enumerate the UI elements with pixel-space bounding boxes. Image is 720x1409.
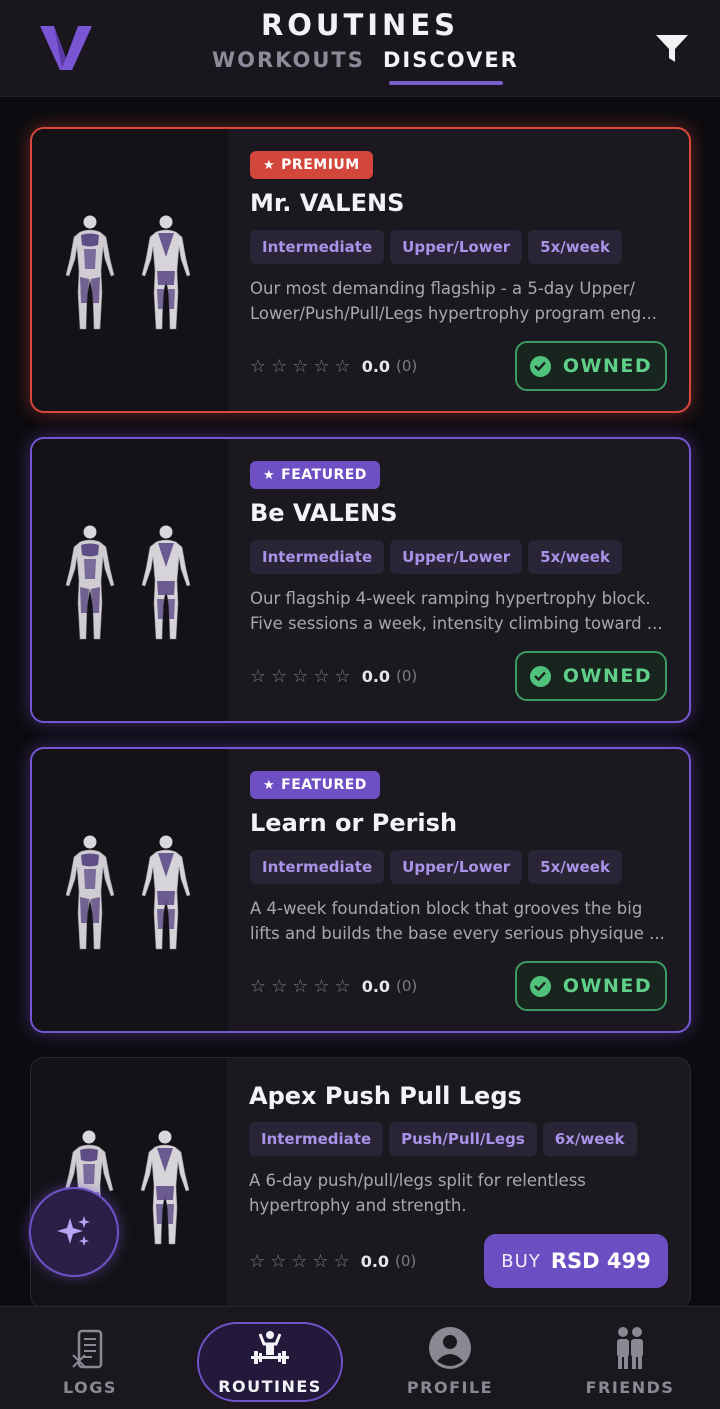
tab-bar: WORKOUTS DISCOVER	[0, 48, 720, 88]
star-icon: ★	[263, 468, 276, 483]
rating: ☆☆☆☆☆ 0.0 (0)	[250, 355, 418, 377]
app-header: ROUTINES WORKOUTS DISCOVER	[0, 0, 720, 97]
tag-frequency: 5x/week	[528, 230, 622, 264]
routine-title: Mr. VALENS	[250, 189, 405, 217]
friends-icon	[617, 1327, 643, 1369]
bottom-navigation: LOGS ROUTINES PROFILE FRIENDS	[0, 1306, 720, 1409]
price-label: RSD 499	[550, 1249, 651, 1273]
rating-stars-icon: ☆☆☆☆☆	[250, 355, 356, 377]
filter-icon[interactable]	[654, 32, 690, 66]
rating-stars-icon: ☆☆☆☆☆	[250, 665, 356, 687]
routine-description: Our most demanding flagship - a 5-day Up…	[250, 279, 657, 323]
nav-friends[interactable]: FRIENDS	[555, 1307, 705, 1409]
routine-title: Apex Push Pull Legs	[249, 1082, 522, 1110]
check-circle-icon	[529, 975, 551, 997]
tag-list: Intermediate Upper/Lower 5x/week	[250, 540, 628, 574]
owned-button[interactable]: OWNED	[515, 651, 667, 701]
tag-split: Upper/Lower	[390, 230, 523, 264]
muscle-map-image	[32, 439, 228, 721]
tag-split: Upper/Lower	[390, 540, 523, 574]
tag-level: Intermediate	[250, 850, 385, 884]
routine-description: A 4-week foundation block that grooves t…	[250, 899, 665, 943]
featured-badge: ★ FEATURED	[250, 461, 380, 489]
owned-button[interactable]: OWNED	[515, 341, 667, 391]
tag-split: Upper/Lower	[390, 850, 523, 884]
routine-card-mr-valens[interactable]: ★ PREMIUM Mr. VALENS Intermediate Upper/Lo…	[30, 127, 691, 413]
check-circle-icon	[529, 665, 551, 687]
tag-list: Intermediate Upper/Lower 5x/week	[250, 230, 628, 264]
star-icon: ★	[263, 158, 276, 173]
tag-frequency: 6x/week	[542, 1122, 637, 1156]
tag-level: Intermediate	[250, 230, 385, 264]
active-tab-indicator	[389, 81, 503, 85]
tag-list: Intermediate Push/Pull/Legs 6x/week	[249, 1122, 643, 1156]
rating: ☆☆☆☆☆ 0.0 (0)	[250, 975, 418, 997]
tag-list: Intermediate Upper/Lower 5x/week	[250, 850, 628, 884]
routines-icon	[251, 1331, 289, 1364]
check-circle-icon	[529, 355, 551, 377]
rating: ☆☆☆☆☆ 0.0 (0)	[249, 1250, 417, 1272]
tab-discover[interactable]: DISCOVER	[383, 48, 519, 72]
page-title: ROUTINES	[260, 8, 460, 42]
rating-stars-icon: ☆☆☆☆☆	[250, 975, 356, 997]
tag-level: Intermediate	[249, 1122, 384, 1156]
buy-label: BUY	[501, 1250, 541, 1272]
star-icon: ★	[263, 778, 276, 793]
routine-card-learn-or-perish[interactable]: ★ FEATURED Learn or Perish Intermediate Up…	[30, 747, 691, 1033]
premium-badge: ★ PREMIUM	[250, 151, 373, 179]
tag-frequency: 5x/week	[528, 850, 622, 884]
featured-badge: ★ FEATURED	[250, 771, 380, 799]
rating-stars-icon: ☆☆☆☆☆	[249, 1250, 355, 1272]
nav-logs[interactable]: LOGS	[15, 1307, 165, 1409]
profile-icon	[429, 1327, 471, 1369]
ai-assistant-button[interactable]	[29, 1187, 119, 1277]
tab-workouts[interactable]: WORKOUTS	[212, 48, 365, 72]
muscle-map-image	[32, 129, 228, 411]
tag-frequency: 5x/week	[528, 540, 622, 574]
routine-description: A 6-day push/pull/legs split for relentl…	[249, 1171, 586, 1215]
tag-split: Push/Pull/Legs	[389, 1122, 537, 1156]
routine-title: Be VALENS	[250, 499, 398, 527]
buy-button[interactable]: BUY RSD 499	[484, 1234, 668, 1288]
nav-routines[interactable]: ROUTINES	[197, 1322, 343, 1402]
routine-card-be-valens[interactable]: ★ FEATURED Be VALENS Intermediate Upper/Lo…	[30, 437, 691, 723]
sparkles-icon	[57, 1216, 90, 1246]
logs-icon	[72, 1329, 103, 1369]
muscle-map-image	[32, 749, 228, 1031]
routine-description: Our flagship 4-week ramping hypertrophy …	[250, 589, 663, 633]
tag-level: Intermediate	[250, 540, 385, 574]
routine-title: Learn or Perish	[250, 809, 458, 837]
rating: ☆☆☆☆☆ 0.0 (0)	[250, 665, 418, 687]
nav-profile[interactable]: PROFILE	[375, 1307, 525, 1409]
routine-card-apex-ppl[interactable]: Apex Push Pull Legs Intermediate Push/Pul…	[30, 1057, 691, 1309]
owned-button[interactable]: OWNED	[515, 961, 667, 1011]
